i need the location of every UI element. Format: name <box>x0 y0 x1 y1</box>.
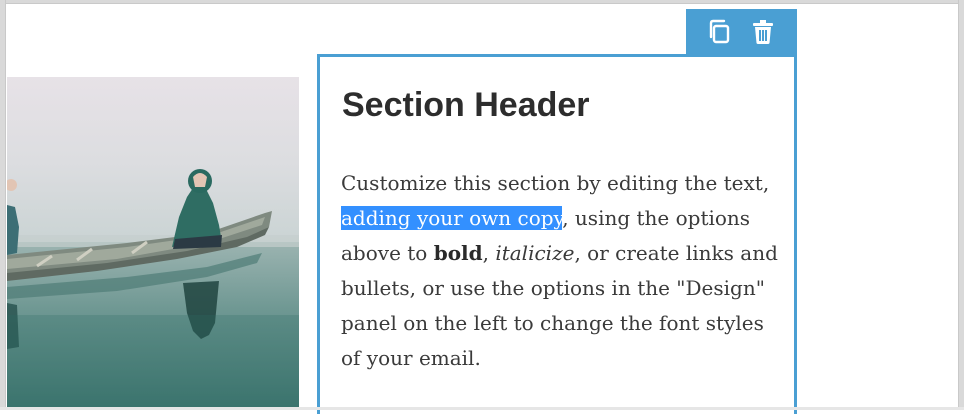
section-toolbar <box>686 9 797 55</box>
duplicate-icon <box>709 19 729 44</box>
section-header[interactable]: Section Header <box>342 86 590 125</box>
bold-word: bold <box>433 241 483 265</box>
body-text-part: Customize this section by editing the te… <box>341 171 770 195</box>
canvas-left-border <box>0 0 6 410</box>
italic-word: italicize <box>495 241 575 265</box>
email-editor-canvas: Section Header Customize this section by… <box>0 0 964 414</box>
duplicate-button[interactable] <box>704 16 736 48</box>
trash-icon <box>753 20 774 44</box>
canoe-photo[interactable] <box>7 77 299 410</box>
canoe-photo-image <box>7 77 299 410</box>
section-body-text[interactable]: Customize this section by editing the te… <box>341 166 781 376</box>
body-text-part: , <box>482 241 496 265</box>
delete-button[interactable] <box>747 16 779 48</box>
canvas-right-border <box>958 0 964 410</box>
selected-text: adding your own copy <box>341 206 563 230</box>
canvas-top-border <box>0 0 964 4</box>
